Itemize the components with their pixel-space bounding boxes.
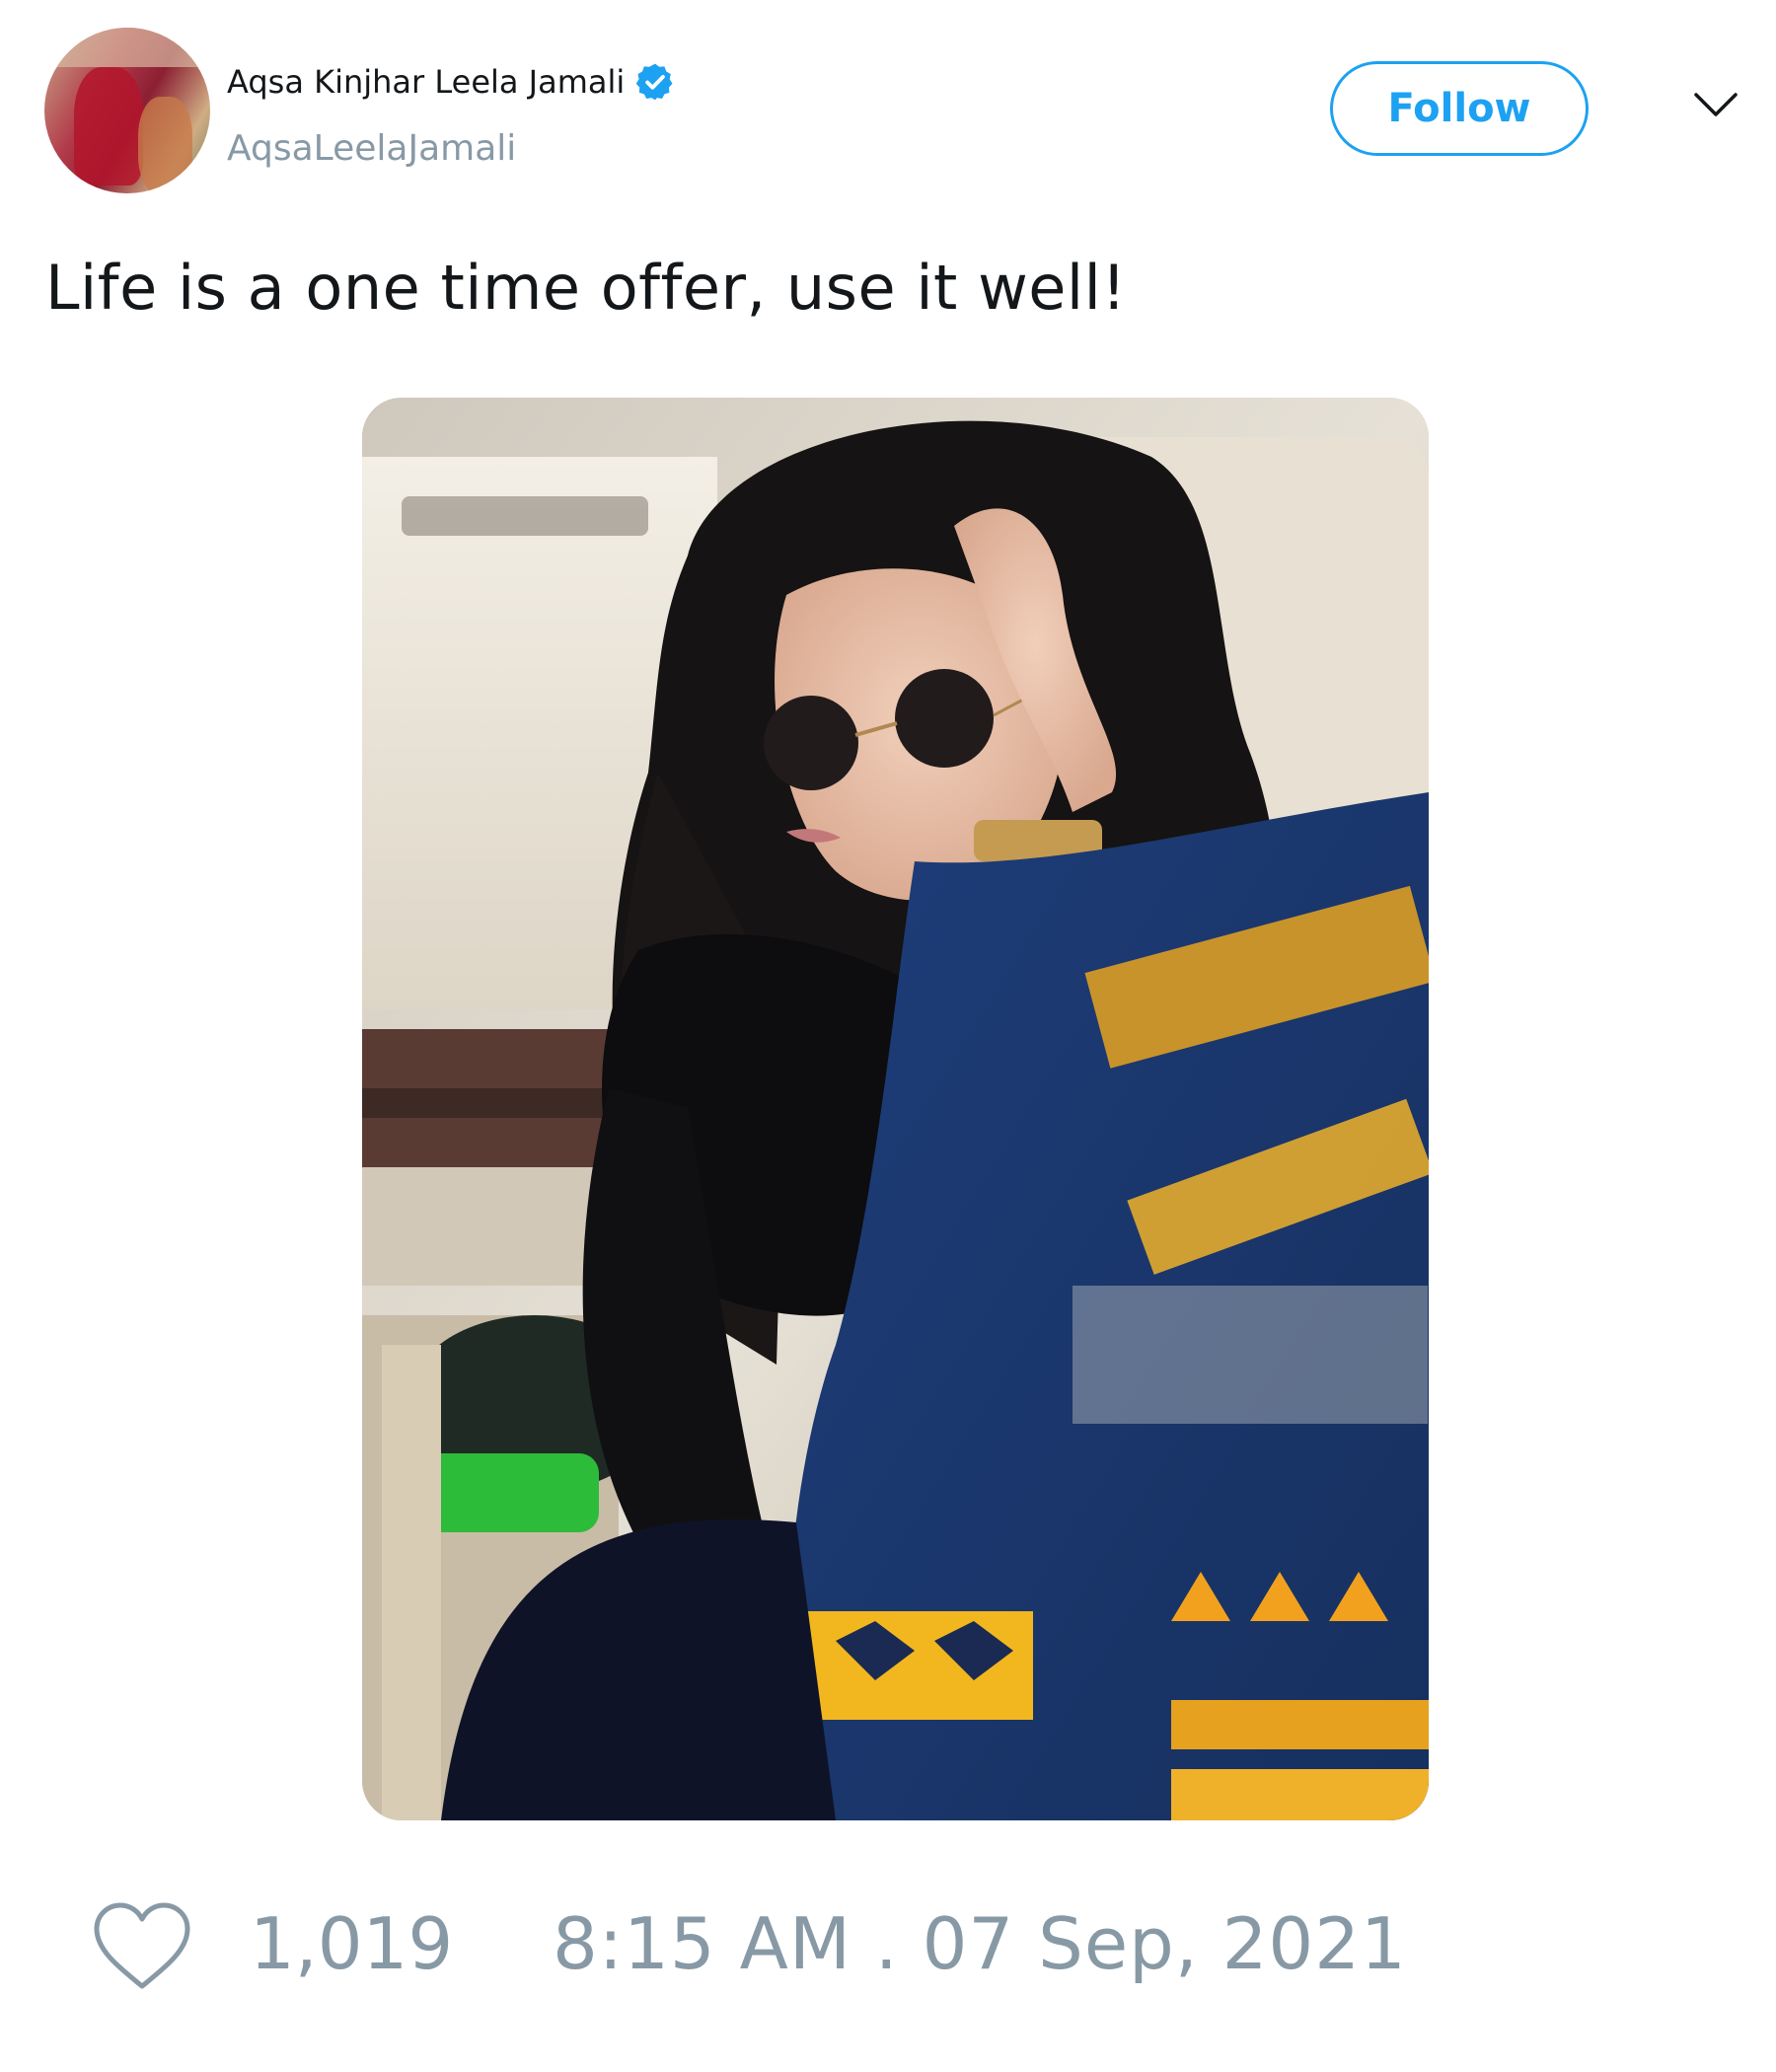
tweet-text: Life is a one time offer, use it well!	[45, 252, 1127, 324]
avatar-figure	[74, 67, 143, 185]
heart-icon[interactable]	[91, 1899, 193, 1992]
like-count[interactable]: 1,019	[250, 1902, 453, 1985]
verified-badge-icon	[636, 63, 673, 101]
display-name[interactable]: Aqsa Kinjhar Leela Jamali	[227, 63, 625, 101]
tweet-photo[interactable]	[362, 398, 1429, 1820]
name-row: Aqsa Kinjhar Leela Jamali	[227, 61, 676, 103]
photo-illustration	[362, 398, 1429, 1820]
avatar[interactable]	[44, 28, 210, 193]
user-handle[interactable]: AqsaLeelaJamali	[227, 128, 516, 169]
tweet-card: Aqsa Kinjhar Leela Jamali AqsaLeelaJamal…	[0, 0, 1776, 2072]
follow-button[interactable]: Follow	[1330, 61, 1589, 156]
chevron-down-icon[interactable]	[1692, 89, 1739, 120]
timestamp[interactable]: 8:15 AM . 07 Sep, 2021	[553, 1902, 1407, 1985]
avatar-figure-secondary	[138, 97, 192, 193]
avatar-background	[44, 28, 210, 67]
